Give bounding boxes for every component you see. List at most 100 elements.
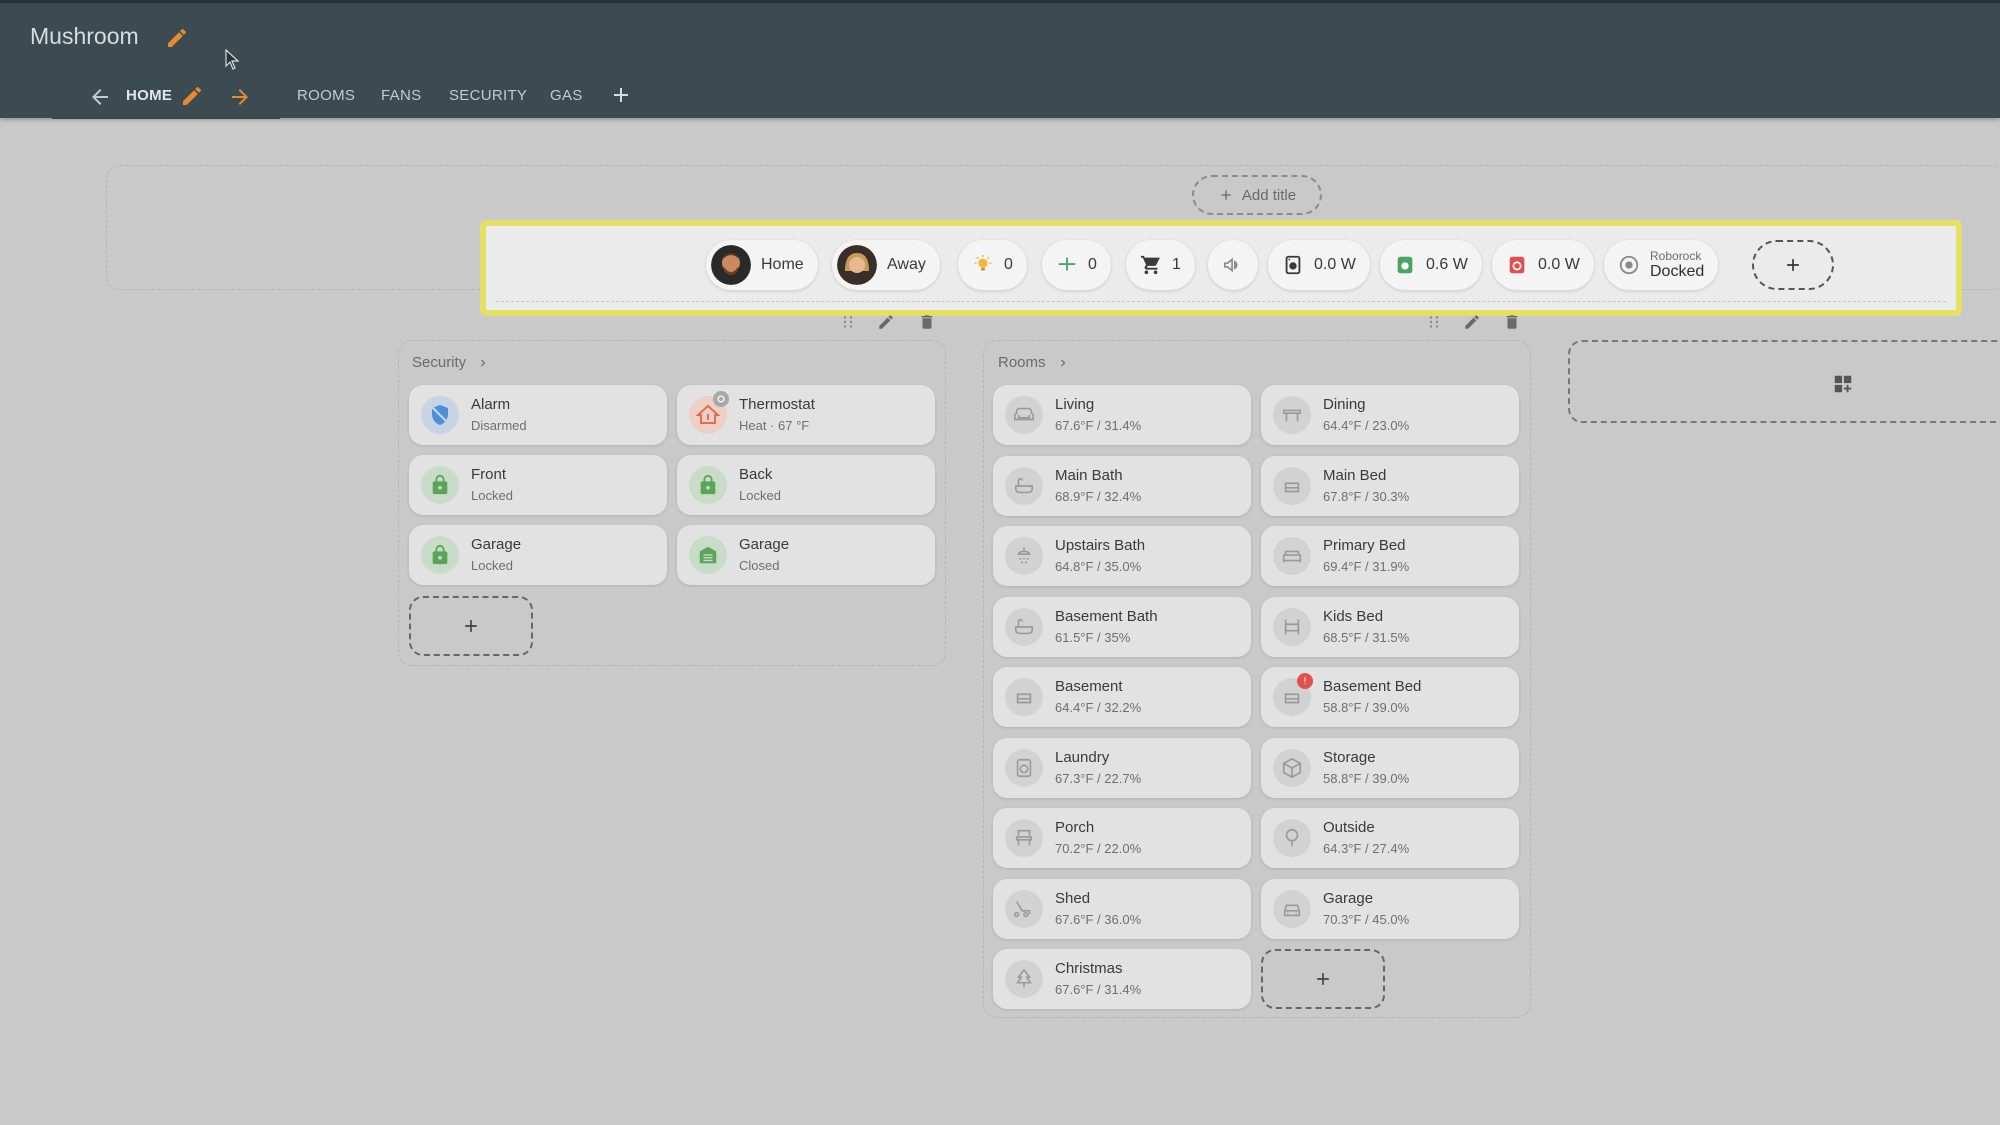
chips-card-selected[interactable]: Home Away 0 0 1 0.0 W 0.6 W 0.0 W Roboro…: [480, 220, 1962, 316]
washer-icon: [1005, 748, 1043, 787]
person-avatar-icon: [837, 245, 877, 285]
drag-handle-icon[interactable]: [1425, 313, 1443, 331]
chip-vacuum-name: Roborock: [1650, 248, 1702, 263]
plus-icon: [465, 620, 477, 632]
room-card-kids-bed[interactable]: Kids Bed 68.5°F / 31.5%: [1261, 596, 1519, 657]
add-title-button[interactable]: Add title: [1192, 175, 1322, 215]
card-state: 64.8°F / 35.0%: [1055, 559, 1142, 574]
sofa-icon: [1005, 396, 1043, 434]
edit-card-pencil-icon[interactable]: [877, 313, 895, 331]
room-card-laundry[interactable]: Laundry 67.3°F / 22.7%: [993, 737, 1251, 798]
card-state: 69.4°F / 31.9%: [1323, 559, 1410, 574]
room-card-basement[interactable]: Basement 64.4°F / 32.2%: [993, 667, 1251, 727]
alert-badge: !: [1297, 673, 1313, 689]
chip-lights-count: 0: [1004, 256, 1013, 273]
room-card-dining[interactable]: Dining 64.4°F / 23.0%: [1261, 385, 1519, 445]
room-card-main-bed[interactable]: Main Bed 67.8°F / 30.3%: [1261, 455, 1519, 516]
add-view-plus-icon[interactable]: [609, 83, 633, 107]
security-card-front[interactable]: Front Locked: [409, 455, 667, 515]
card-name: Alarm: [471, 396, 511, 413]
security-card-garage-door[interactable]: Garage Closed: [677, 525, 935, 585]
add-card-placeholder[interactable]: [1568, 340, 2000, 423]
tree-icon: [1273, 819, 1311, 857]
tab-gas[interactable]: GAS: [550, 87, 583, 104]
chip-power-dryer[interactable]: 0.6 W: [1380, 240, 1482, 290]
edit-view-pencil-icon[interactable]: [180, 84, 204, 108]
card-name: Laundry: [1055, 748, 1110, 766]
tab-rooms[interactable]: ROOMS: [297, 87, 355, 104]
chevron-right-icon: [481, 359, 486, 366]
room-card-storage[interactable]: Storage 58.8°F / 39.0%: [1261, 737, 1519, 798]
chip-power3-value: 0.0 W: [1538, 256, 1580, 273]
garage-icon: [689, 536, 727, 574]
card-name: Thermostat: [739, 396, 815, 413]
add-title-label: Add title: [1241, 186, 1297, 204]
security-card-thermostat[interactable]: Thermostat Heat · 67 °F: [677, 385, 935, 445]
washer-icon: [1285, 255, 1301, 275]
active-tab-indicator: [52, 117, 280, 119]
room-card-upstairs-bath[interactable]: Upstairs Bath 64.8°F / 35.0%: [993, 526, 1251, 586]
card-state: 64.3°F / 27.4%: [1323, 841, 1410, 856]
card-name: Porch: [1055, 819, 1095, 836]
chip-power-washer[interactable]: 0.0 W: [1268, 240, 1370, 290]
edit-card-pencil-icon[interactable]: [1463, 313, 1481, 331]
chip-fans[interactable]: 0: [1042, 240, 1111, 290]
room-card-outside[interactable]: Outside 64.3°F / 27.4%: [1261, 808, 1519, 868]
plus-icon: [1787, 259, 1799, 271]
chip-lights[interactable]: 0: [958, 240, 1027, 290]
room-card-christmas[interactable]: Christmas 67.6°F / 31.4%: [993, 949, 1251, 1009]
add-chip-button[interactable]: [1752, 240, 1834, 290]
add-room-card-button[interactable]: [1261, 949, 1385, 1009]
add-card-grid-icon: [1834, 375, 1852, 393]
card-state: 67.3°F / 22.7%: [1055, 770, 1142, 786]
rooms-section-title[interactable]: Rooms: [998, 354, 1070, 371]
security-card-garage-lock[interactable]: Garage Locked: [409, 525, 667, 585]
security-card-alarm[interactable]: Alarm Disarmed: [409, 385, 667, 445]
status-badge: [713, 391, 729, 407]
drag-handle-icon[interactable]: [839, 313, 857, 331]
chip-vacuum[interactable]: Roborock Docked: [1604, 240, 1719, 290]
bathtub-icon: [1005, 466, 1043, 505]
room-card-primary-bed[interactable]: Primary Bed 69.4°F / 31.9%: [1261, 526, 1519, 586]
security-card-back[interactable]: Back Locked: [677, 455, 935, 515]
card-name: Back: [739, 466, 773, 483]
card-state: 67.6°F / 31.4%: [1055, 982, 1142, 997]
room-card-porch[interactable]: Porch 70.2°F / 22.0%: [993, 808, 1251, 868]
room-card-main-bath[interactable]: Main Bath 68.9°F / 32.4%: [993, 455, 1251, 516]
room-card-living[interactable]: Living 67.6°F / 31.4%: [993, 385, 1251, 445]
move-tab-left-arrow-icon[interactable]: [88, 85, 112, 109]
shield-off-icon: [421, 396, 459, 434]
card-state: 70.2°F / 22.0%: [1055, 841, 1142, 856]
room-card-shed[interactable]: Shed 67.6°F / 36.0%: [993, 878, 1251, 939]
card-name: Front: [471, 466, 507, 483]
chair-icon: [1005, 819, 1043, 857]
edit-title-pencil-icon[interactable]: [165, 26, 189, 50]
delete-card-trash-icon[interactable]: [1503, 313, 1521, 331]
pine-tree-icon: [1005, 960, 1043, 998]
card-name: Upstairs Bath: [1055, 537, 1146, 554]
card-state: Locked: [471, 558, 513, 573]
card-state: 64.4°F / 32.2%: [1055, 700, 1142, 715]
megaphone-icon: [1223, 257, 1238, 273]
tab-security[interactable]: SECURITY: [449, 87, 527, 104]
chip-announce[interactable]: [1208, 240, 1258, 290]
delete-card-trash-icon[interactable]: [918, 313, 936, 331]
tab-home[interactable]: HOME: [126, 87, 172, 104]
chip-cart[interactable]: 1: [1126, 240, 1195, 290]
add-security-card-button[interactable]: [409, 596, 533, 656]
move-tab-right-arrow-icon[interactable]: [228, 85, 252, 109]
card-state: 68.5°F / 31.5%: [1323, 629, 1410, 645]
chip-person-home[interactable]: Home: [706, 240, 818, 290]
card-state: Disarmed: [471, 418, 527, 433]
bathtub-icon: [1005, 607, 1043, 646]
chip-person-away[interactable]: Away: [832, 240, 940, 290]
tab-fans[interactable]: FANS: [381, 87, 421, 104]
security-section-title[interactable]: Security: [412, 354, 490, 371]
room-card-basement-bed[interactable]: ! Basement Bed 58.8°F / 39.0%: [1261, 667, 1519, 727]
room-card-garage[interactable]: Garage 70.3°F / 45.0%: [1261, 878, 1519, 939]
dishwasher-icon: [1509, 256, 1525, 274]
card-state: Heat · 67 °F: [739, 418, 810, 433]
room-card-basement-bath[interactable]: Basement Bath 61.5°F / 35%: [993, 596, 1251, 657]
chip-power-dishwasher[interactable]: 0.0 W: [1492, 240, 1594, 290]
card-name: Dining: [1323, 396, 1366, 413]
